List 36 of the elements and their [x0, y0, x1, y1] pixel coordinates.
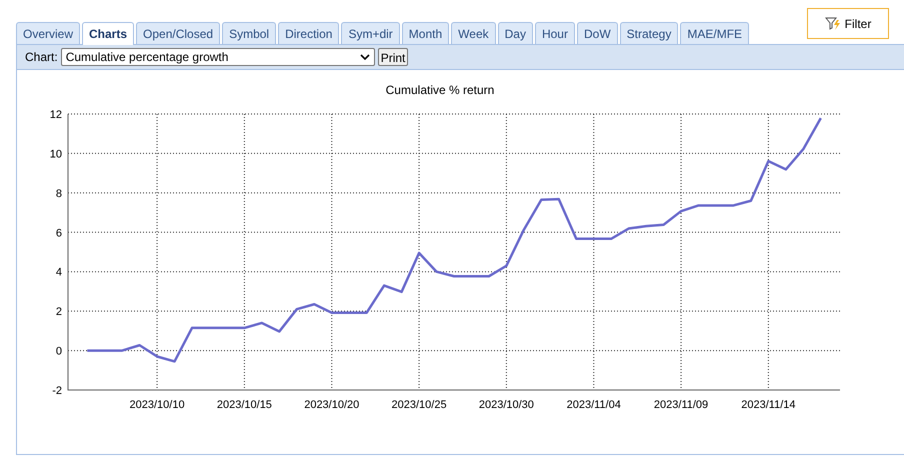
chevron-icon [360, 54, 370, 60]
x-tick-label: 2023/10/30 [478, 399, 534, 411]
x-tick-label: 2023/11/14 [741, 399, 796, 411]
filter-icon [824, 16, 841, 30]
y-tick-label: -2 [52, 385, 62, 397]
tab[interactable]: Charts [82, 22, 134, 45]
tab[interactable]: Open/Closed [136, 22, 220, 44]
print-button[interactable]: Print [378, 48, 408, 66]
tab[interactable]: Strategy [620, 22, 678, 44]
tab[interactable]: Sym+dir [341, 22, 400, 44]
tab[interactable]: Week [451, 22, 496, 44]
x-tick-label: 2023/10/10 [130, 399, 185, 411]
x-tick-label: 2023/10/20 [304, 399, 360, 411]
tab[interactable]: Hour [534, 22, 575, 44]
tab[interactable]: Day [498, 22, 533, 44]
x-tick-label: 2023/11/09 [654, 399, 708, 411]
x-tick-label: 2023/10/15 [216, 399, 272, 411]
y-tick-label: 4 [56, 266, 62, 279]
chart-label: Chart: [25, 49, 58, 66]
y-tick-label: 12 [50, 109, 62, 121]
y-tick-label: 2 [56, 306, 62, 318]
tab[interactable]: Month [402, 22, 450, 44]
chart-title: Cumulative % return [386, 83, 494, 97]
tab[interactable]: Direction [278, 22, 340, 44]
filter-button[interactable]: Filter [807, 8, 889, 39]
x-tick-label: 2023/10/25 [392, 399, 447, 411]
tab[interactable]: MAE/MFE [680, 22, 750, 44]
y-tick-label: 0 [56, 346, 62, 358]
y-tick-label: 10 [50, 148, 62, 160]
y-tick-label: 6 [56, 227, 62, 240]
tab[interactable]: Overview [16, 22, 80, 44]
tab[interactable]: Symbol [222, 22, 276, 44]
chart-select[interactable]: Cumulative percentage growth [60, 48, 375, 66]
y-tick-label: 8 [56, 188, 62, 200]
tab[interactable]: DoW [576, 22, 618, 44]
x-tick-label: 2023/11/04 [566, 399, 621, 411]
